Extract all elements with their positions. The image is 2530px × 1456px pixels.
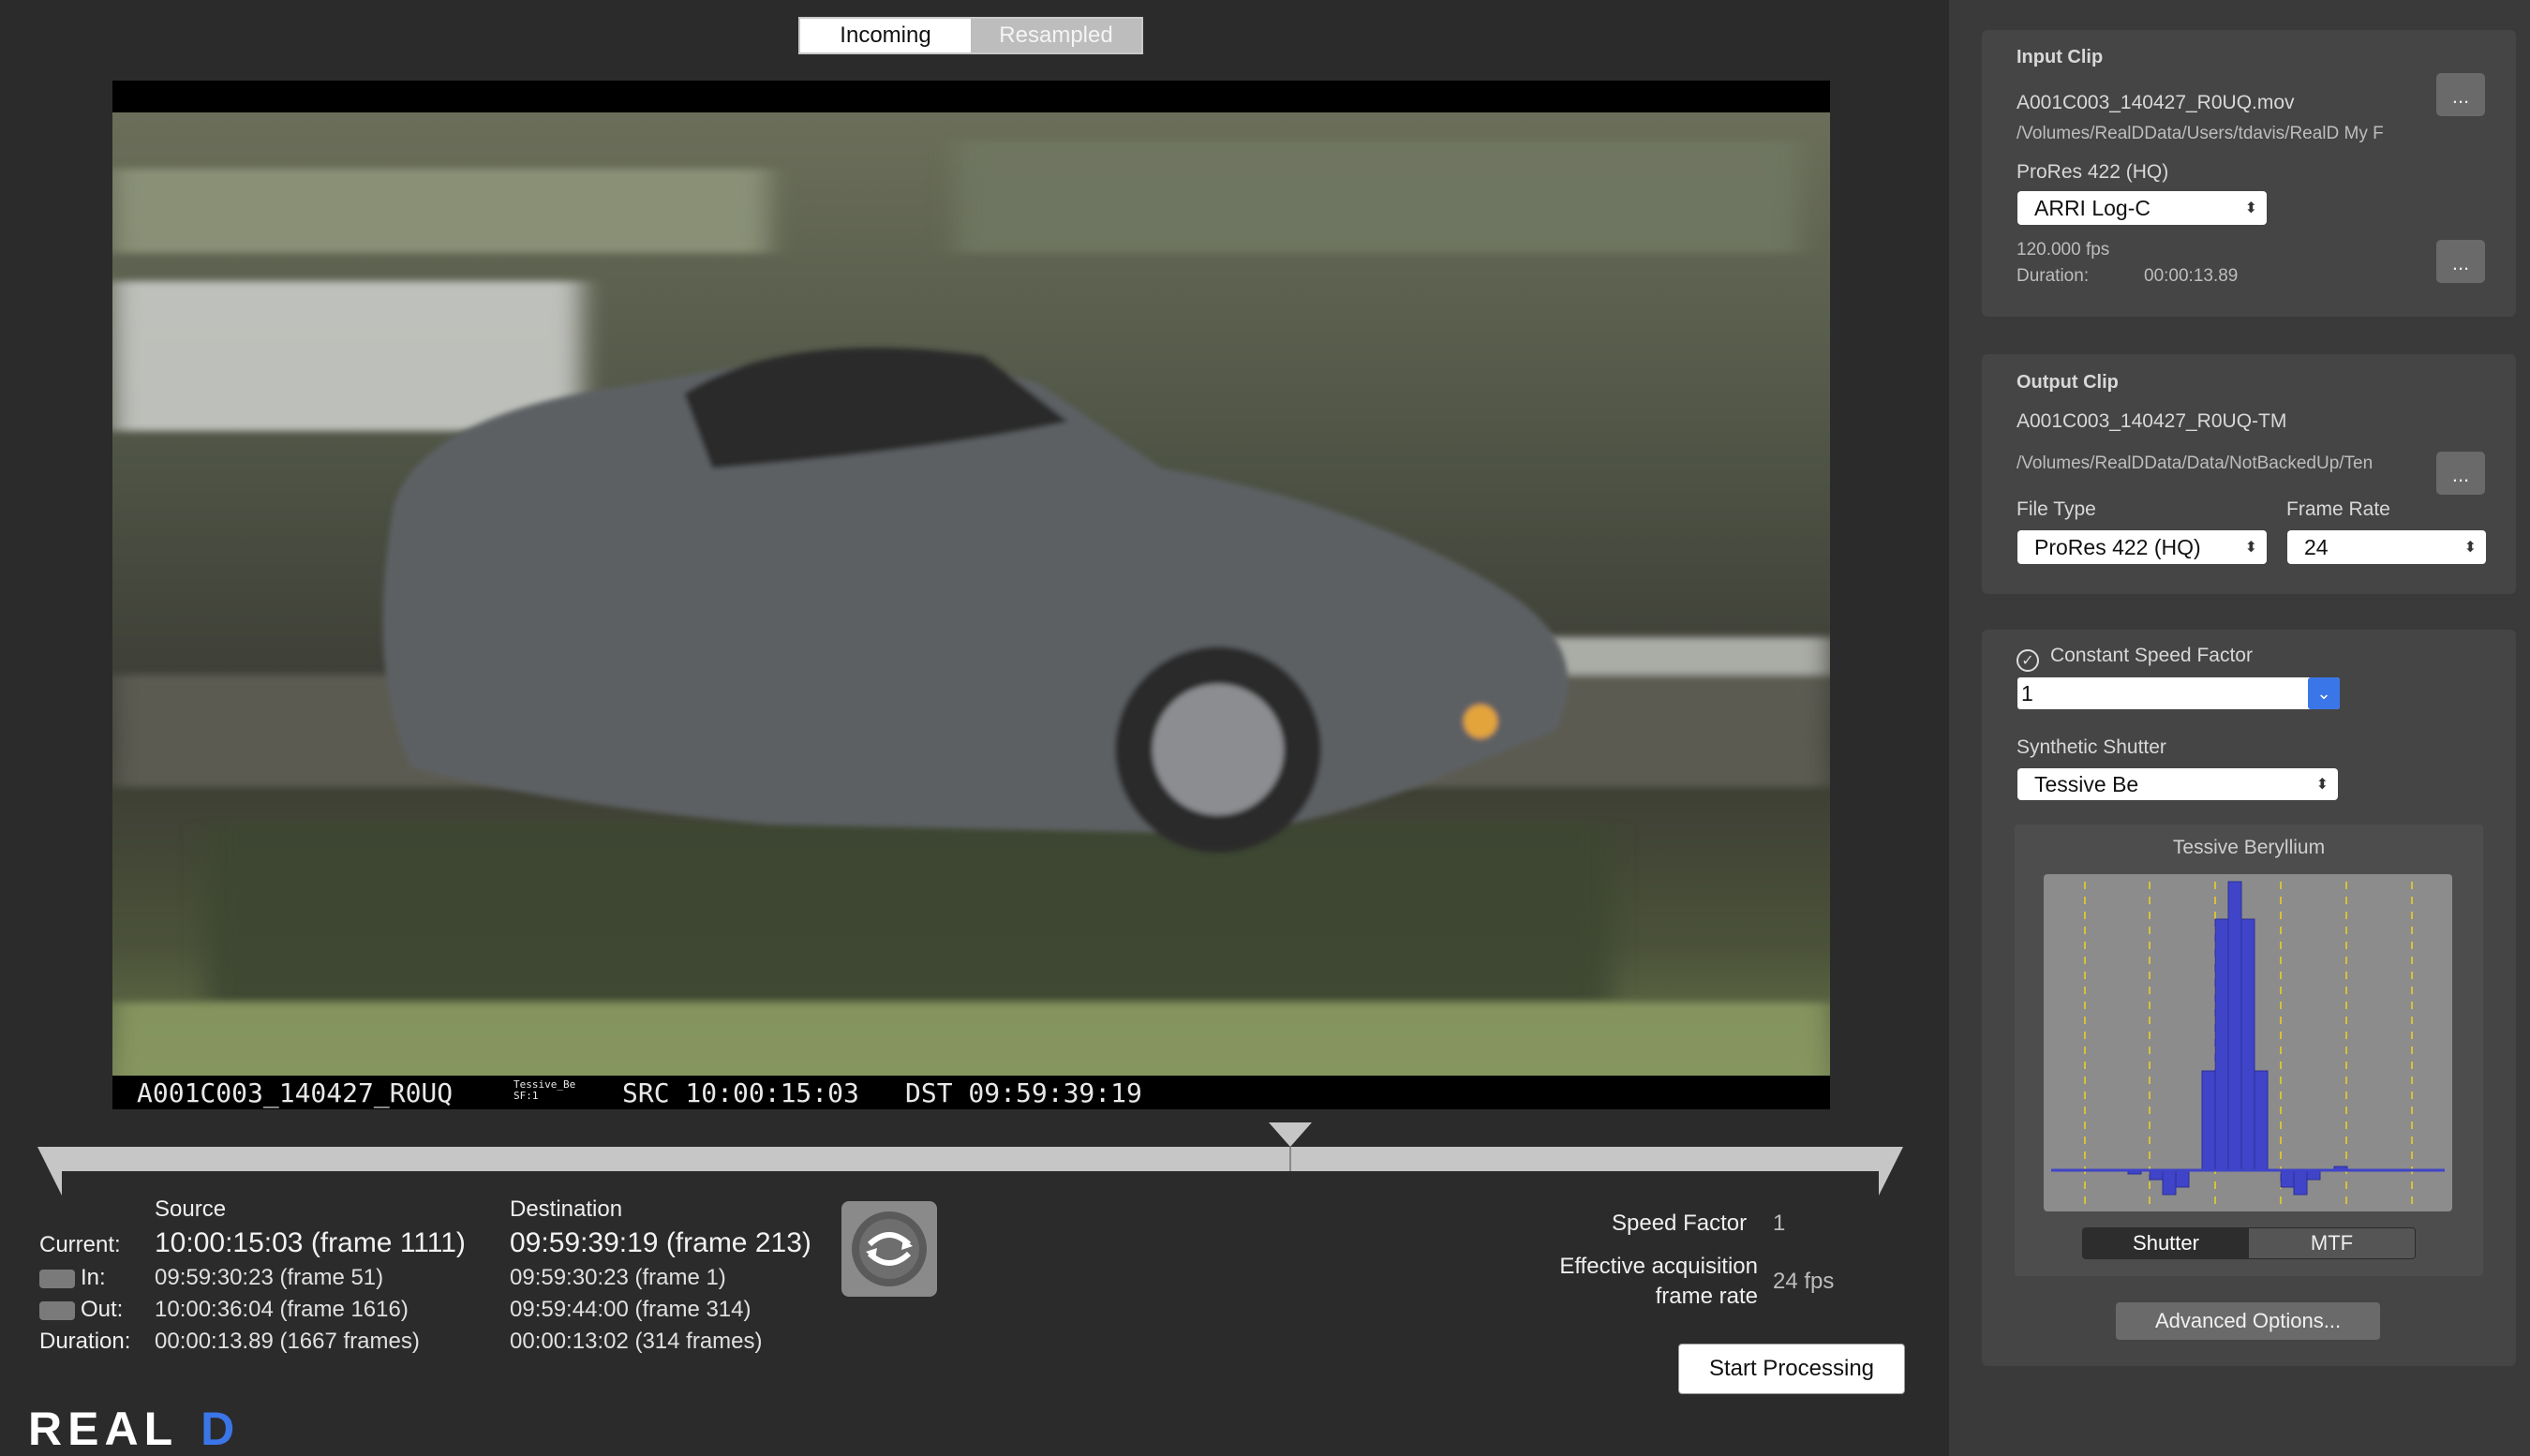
resampled-tab[interactable]: Resampled — [971, 19, 1141, 52]
scrubber-right-end — [1879, 1147, 1903, 1196]
constant-speed-checkbox[interactable]: ✓ — [2017, 649, 2039, 672]
playhead-line — [1289, 1147, 1291, 1171]
chevron-updown-icon: ⬍ — [2463, 540, 2477, 556]
file-type-select[interactable]: ProRes 422 (HQ) ⬍ — [2017, 530, 2267, 564]
start-processing-button[interactable]: Start Processing — [1678, 1344, 1905, 1394]
dest-duration: 00:00:13:02 (314 frames) — [510, 1329, 763, 1354]
file-type-label: File Type — [2017, 498, 2096, 520]
loop-button[interactable] — [841, 1201, 937, 1297]
speed-factor-combobox[interactable]: 1 — [2017, 677, 2340, 709]
file-type-value: ProRes 422 (HQ) — [2034, 534, 2201, 559]
reald-logo: REAL D — [28, 1402, 240, 1456]
source-out: 10:00:36:04 (frame 1616) — [155, 1297, 409, 1322]
overlay-src-timecode: SRC 10:00:15:03 — [622, 1077, 859, 1108]
input-browse-button[interactable]: ... — [2436, 73, 2485, 116]
source-current: 10:00:15:03 (frame 1111) — [155, 1227, 466, 1258]
current-label: Current: — [39, 1232, 121, 1257]
out-label: Out: — [81, 1297, 124, 1322]
set-out-button[interactable] — [39, 1300, 75, 1320]
in-label: In: — [81, 1265, 106, 1290]
duration-label: Duration: — [39, 1329, 131, 1354]
video-viewer — [112, 81, 1830, 1109]
video-frame — [112, 112, 1830, 1109]
synthetic-shutter-value: Tessive Be — [2034, 771, 2139, 796]
timecode-overlay: A001C003_140427_R0UQ Tessive_Be SF:1 SRC… — [112, 1076, 1830, 1109]
advanced-options-button[interactable]: Advanced Options... — [2116, 1302, 2380, 1340]
chevron-down-icon[interactable]: ⌄ — [2308, 677, 2340, 709]
shutter-graph — [2044, 874, 2452, 1211]
constant-speed-label: Constant Speed Factor — [2050, 645, 2253, 666]
overlay-dst-timecode: DST 09:59:39:19 — [905, 1077, 1142, 1108]
source-header: Source — [155, 1196, 227, 1222]
playhead-marker[interactable] — [1269, 1122, 1312, 1147]
graph-mode-toggle[interactable]: Shutter MTF — [2082, 1227, 2416, 1259]
destination-header: Destination — [510, 1196, 623, 1222]
output-path: /Volumes/RealDData/Data/NotBackedUp/Ten — [2017, 453, 2374, 473]
dest-out: 09:59:44:00 (frame 314) — [510, 1297, 752, 1322]
effective-rate-label-1: Effective acquisition — [1559, 1254, 1758, 1279]
input-clip-title: Input Clip — [2017, 47, 2104, 67]
logo-d: D — [201, 1403, 241, 1455]
mtf-tab[interactable]: MTF — [2249, 1228, 2415, 1258]
input-path: /Volumes/RealDData/Users/tdavis/RealD My… — [2017, 124, 2384, 143]
speed-factor-label: Speed Factor — [1612, 1211, 1748, 1236]
frame-rate-value: 24 — [2304, 534, 2329, 559]
timeline-scrubber[interactable] — [56, 1147, 1883, 1171]
effective-rate-value: 24 fps — [1773, 1269, 1835, 1294]
synthetic-shutter-select[interactable]: Tessive Be ⬍ — [2017, 768, 2338, 800]
shutter-response-plot — [2051, 881, 2445, 1211]
check-icon: ✓ — [2021, 653, 2034, 669]
source-duration: 00:00:13.89 (1667 frames) — [155, 1329, 420, 1354]
frame-rate-select[interactable]: 24 ⬍ — [2287, 530, 2486, 564]
chevron-updown-icon: ⬍ — [2244, 540, 2257, 556]
set-in-button[interactable] — [39, 1269, 75, 1288]
input-duration-label: Duration: — [2017, 266, 2090, 286]
in-row-label: In: — [39, 1265, 106, 1291]
source-in: 09:59:30:23 (frame 51) — [155, 1265, 384, 1290]
logo-real: REAL — [28, 1403, 179, 1455]
output-clip-title: Output Clip — [2017, 372, 2119, 393]
shutter-tab[interactable]: Shutter — [2083, 1228, 2249, 1258]
colorspace-value: ARRI Log-C — [2034, 195, 2150, 220]
view-toggle[interactable]: Incoming Resampled — [798, 17, 1143, 54]
effective-rate-label-2: frame rate — [1655, 1284, 1758, 1309]
incoming-tab[interactable]: Incoming — [800, 19, 971, 52]
overlay-clip-name: A001C003_140427_R0UQ — [137, 1077, 454, 1108]
input-codec: ProRes 422 (HQ) — [2017, 161, 2169, 183]
speed-factor-input[interactable]: 1 — [2021, 681, 2033, 706]
output-browse-button[interactable]: ... — [2436, 452, 2485, 495]
input-duration: 00:00:13.89 — [2144, 266, 2239, 286]
input-filename: A001C003_140427_R0UQ.mov — [2017, 92, 2295, 113]
overlay-speed-factor: SF:1 — [513, 1090, 539, 1102]
synthetic-shutter-label: Synthetic Shutter — [2017, 736, 2166, 758]
dest-in: 09:59:30:23 (frame 1) — [510, 1265, 726, 1290]
frame-rate-label: Frame Rate — [2286, 498, 2390, 520]
colorspace-select[interactable]: ARRI Log-C ⬍ — [2017, 191, 2267, 225]
loop-icon — [852, 1211, 927, 1286]
shutter-graph-title: Tessive Beryllium — [2172, 837, 2326, 858]
dest-current: 09:59:39:19 (frame 213) — [510, 1227, 811, 1258]
output-filename: A001C003_140427_R0UQ-TM — [2017, 410, 2287, 432]
input-fps: 120.000 fps — [2017, 240, 2110, 260]
out-row-label: Out: — [39, 1297, 123, 1323]
scrubber-left-end — [37, 1147, 62, 1196]
input-info-button[interactable]: ... — [2436, 240, 2485, 283]
chevron-updown-icon: ⬍ — [2315, 777, 2329, 793]
chevron-updown-icon: ⬍ — [2244, 201, 2257, 216]
speed-factor-value: 1 — [1773, 1211, 1786, 1236]
